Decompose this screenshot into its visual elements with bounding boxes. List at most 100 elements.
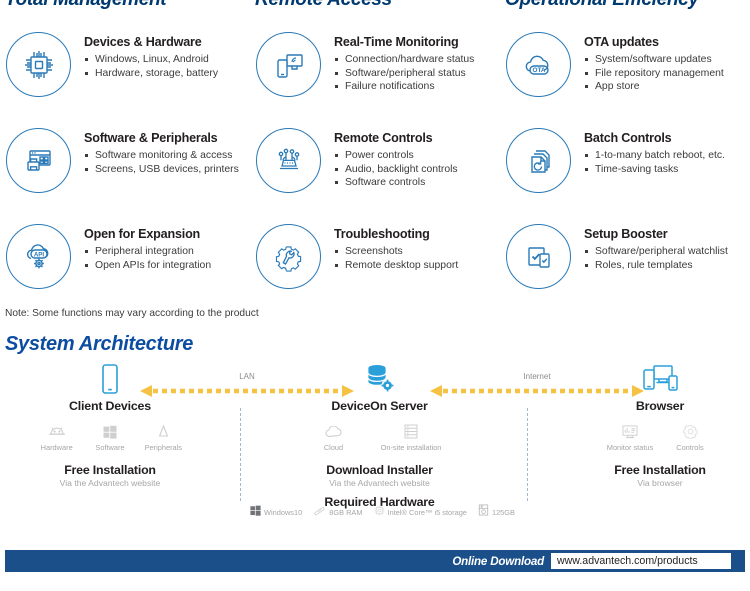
feature-bullets: Screenshots Remote desktop support xyxy=(334,245,458,272)
node-title: Browser xyxy=(635,399,685,413)
android-robot-icon xyxy=(30,422,83,441)
sub-item-label: On-site installation xyxy=(380,443,442,452)
cloud-icon xyxy=(302,422,365,441)
feature-bullet: App store xyxy=(584,80,724,94)
diagram-divider-left xyxy=(240,408,241,501)
feature-bullet: Peripheral integration xyxy=(84,245,211,259)
column-header-remote-access: Remote Access xyxy=(255,0,392,11)
server-block-title: Download Installer xyxy=(326,463,433,477)
node-title: Client Devices xyxy=(69,399,151,413)
batch-controls-icon xyxy=(506,128,571,193)
feature-bullet: Audio, backlight controls xyxy=(334,163,458,177)
hardware-item-windows: Windows10 xyxy=(250,503,302,521)
feature-bullets: Software monitoring & access Screens, US… xyxy=(84,149,239,176)
feature-text: Open for Expansion Peripheral integratio… xyxy=(71,220,211,272)
feature-bullet: Software/peripheral watchlist xyxy=(584,245,728,259)
node-browser: Browser Monitor status Controls Free Ins… xyxy=(600,362,720,488)
browser-block-title: Free Installation xyxy=(614,463,706,477)
ram-stick-icon xyxy=(313,503,326,521)
windows-logo-icon xyxy=(250,503,261,521)
feature-bullets: Power controls Audio, backlight controls… xyxy=(334,149,458,190)
software-peripherals-icon xyxy=(6,128,71,193)
feature-bullet: Windows, Linux, Android xyxy=(84,53,218,67)
database-gear-icon xyxy=(292,362,467,396)
feature-title: Batch Controls xyxy=(584,131,672,145)
sub-item-label: Controls xyxy=(676,443,704,452)
node-title: DeviceOn Server xyxy=(331,399,428,413)
feature-title: Troubleshooting xyxy=(334,227,430,241)
hardware-item-label: 125GB xyxy=(491,507,515,517)
feature-card-devices-hardware: Devices & Hardware Windows, Linux, Andro… xyxy=(0,28,250,124)
tablet-device-icon xyxy=(30,362,190,396)
sub-item-controls: Controls xyxy=(660,422,720,452)
hard-drive-icon xyxy=(478,503,489,521)
sub-item-label: Cloud xyxy=(323,443,344,452)
feature-text: Setup Booster Software/peripheral watchl… xyxy=(571,220,728,272)
feature-text: Devices & Hardware Windows, Linux, Andro… xyxy=(71,28,218,80)
hardware-item-ram: 8GB RAM xyxy=(313,503,363,521)
sub-item-label: Hardware xyxy=(40,443,73,452)
onsite-server-rack-icon xyxy=(365,422,457,441)
section-headers: Total Management Remote Access Operation… xyxy=(0,0,750,11)
feature-grid: Devices & Hardware Windows, Linux, Andro… xyxy=(0,28,750,316)
remote-controls-icon xyxy=(256,128,321,193)
feature-bullet: Roles, rule templates xyxy=(584,259,728,273)
feature-card-ota-updates: OTA OTA updates System/software updates … xyxy=(500,28,750,124)
feature-text: OTA updates System/software updates File… xyxy=(571,28,724,94)
feature-bullet: System/software updates xyxy=(584,53,724,67)
realtime-monitor-icon xyxy=(256,32,321,97)
diagram-divider-right xyxy=(527,408,528,501)
cpu-icon xyxy=(374,503,385,521)
feature-bullet: Screenshots xyxy=(334,245,458,259)
feature-bullet: Software/peripheral status xyxy=(334,67,474,81)
feature-title: Remote Controls xyxy=(334,131,433,145)
feature-card-real-time-monitoring: Real-Time Monitoring Connection/hardware… xyxy=(250,28,500,124)
online-download-url[interactable]: www.advantech.com/products xyxy=(551,553,731,569)
sub-item-monitor-status: Monitor status xyxy=(600,422,660,452)
client-block-title: Free Installation xyxy=(64,463,156,477)
browser-block-subtitle: Via browser xyxy=(637,478,683,488)
svg-text:API: API xyxy=(33,251,44,258)
feature-title: Devices & Hardware xyxy=(84,35,202,49)
setup-booster-icon xyxy=(506,224,571,289)
feature-title: Setup Booster xyxy=(584,227,668,241)
feature-bullet: File repository management xyxy=(584,67,724,81)
feature-card-troubleshooting: Troubleshooting Screenshots Remote deskt… xyxy=(250,220,500,316)
feature-text: Remote Controls Power controls Audio, ba… xyxy=(321,124,458,190)
node-deviceon-server: DeviceOn Server Cloud On-site installati… xyxy=(292,362,467,509)
sub-item-label: Peripherals xyxy=(144,443,183,452)
feature-card-software-peripherals: Software & Peripherals Software monitori… xyxy=(0,124,250,220)
system-architecture-heading: System Architecture xyxy=(5,333,194,355)
feature-bullets: Peripheral integration Open APIs for int… xyxy=(84,245,211,272)
sub-item-cloud: Cloud xyxy=(302,422,365,452)
peripherals-drop-icon xyxy=(137,422,190,441)
server-block-subtitle: Via the Advantech website xyxy=(329,478,430,488)
controls-gear-icon xyxy=(660,422,720,441)
svg-text:OTA: OTA xyxy=(532,67,545,74)
system-architecture-diagram: LAN Internet Client Devices Hardware Sof… xyxy=(0,362,750,537)
feature-bullets: Connection/hardware status Software/peri… xyxy=(334,53,474,94)
column-header-total-management: Total Management xyxy=(5,0,167,11)
feature-card-setup-booster: Setup Booster Software/peripheral watchl… xyxy=(500,220,750,316)
feature-title: Real-Time Monitoring xyxy=(334,35,459,49)
client-sub-items: Hardware Software Peripherals xyxy=(30,422,190,452)
feature-bullets: Software/peripheral watchlist Roles, rul… xyxy=(584,245,728,272)
feature-title: Software & Peripherals xyxy=(84,131,218,145)
feature-title: OTA updates xyxy=(584,35,659,49)
sub-item-peripherals: Peripherals xyxy=(137,422,190,452)
hardware-item-storage: 125GB xyxy=(478,503,515,521)
column-header-operational-efficiency: Operational Efficiency xyxy=(505,0,699,11)
feature-bullet: Software controls xyxy=(334,176,458,190)
feature-text: Batch Controls 1-to-many batch reboot, e… xyxy=(571,124,725,176)
feature-bullet: Open APIs for integration xyxy=(84,259,211,273)
feature-bullets: Windows, Linux, Android Hardware, storag… xyxy=(84,53,218,80)
client-block-subtitle: Via the Advantech website xyxy=(59,478,161,488)
ota-cloud-icon: OTA xyxy=(506,32,571,97)
browser-sub-items: Monitor status Controls xyxy=(600,422,720,452)
feature-text: Real-Time Monitoring Connection/hardware… xyxy=(321,28,474,94)
feature-title: Open for Expansion xyxy=(84,227,201,241)
hardware-item-cpu: Intel® Core™ i5 storage xyxy=(374,503,467,521)
feature-bullet: 1-to-many batch reboot, etc. xyxy=(584,149,725,163)
multi-device-browser-icon xyxy=(600,362,720,396)
hardware-item-label: Intel® Core™ i5 storage xyxy=(387,507,467,517)
